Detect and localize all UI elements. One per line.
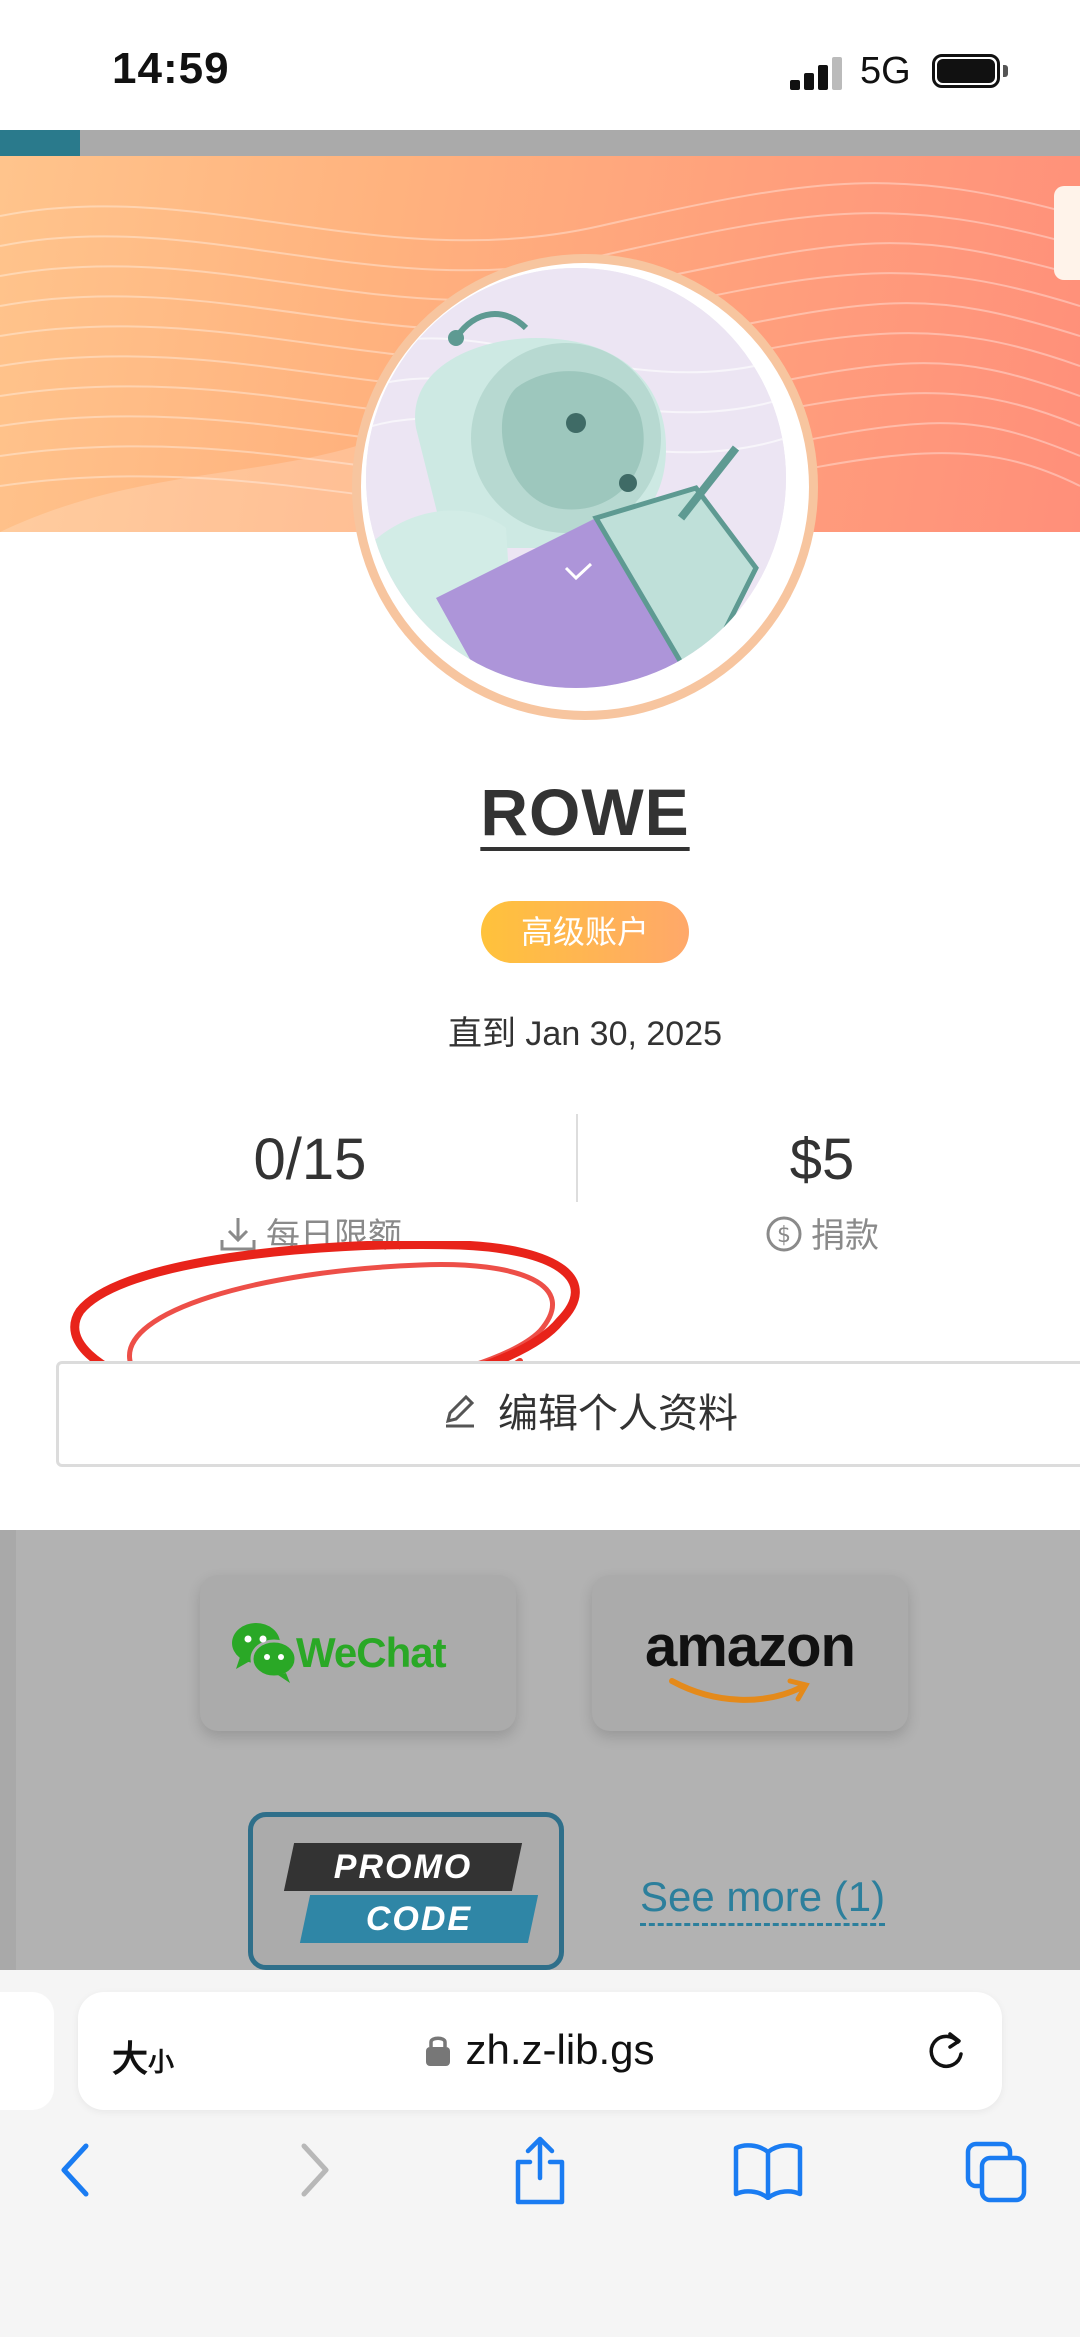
dollar-circle-icon: $ xyxy=(765,1215,803,1262)
url-display[interactable]: zh.z-lib.gs xyxy=(78,2026,1002,2077)
edit-profile-label: 编辑个人资料 xyxy=(498,1392,738,1436)
address-bar[interactable]: 大小 zh.z-lib.gs xyxy=(78,1992,1002,2110)
forward-icon[interactable] xyxy=(294,2140,334,2205)
premium-account-badge: 高级账户 xyxy=(481,901,689,963)
tabs-icon[interactable] xyxy=(964,2140,1030,2211)
share-icon[interactable] xyxy=(510,2134,570,2211)
wechat-pay-button[interactable]: WeChat xyxy=(200,1575,516,1731)
robot-reading-illustration xyxy=(366,268,786,688)
close-tab[interactable] xyxy=(1054,186,1080,280)
promo-line1: PROMO xyxy=(333,1848,473,1886)
promo-code-button[interactable]: PROMO CODE xyxy=(248,1812,564,1970)
cellular-signal-icon xyxy=(790,56,844,90)
donation-label[interactable]: $ 捐款 xyxy=(662,1208,982,1262)
background-page-header xyxy=(0,130,1080,156)
battery-icon xyxy=(932,54,1008,90)
username-link[interactable]: ROWE xyxy=(0,774,1080,850)
wechat-label: WeChat xyxy=(296,1629,447,1676)
url-text: zh.z-lib.gs xyxy=(465,2026,655,2073)
amazon-label: amazon xyxy=(645,1614,856,1679)
lock-icon xyxy=(425,2029,451,2077)
previous-tab-peek[interactable] xyxy=(0,1992,54,2110)
status-time: 14:59 xyxy=(112,44,230,93)
avatar[interactable] xyxy=(352,254,818,720)
network-type: 5G xyxy=(860,50,911,92)
stats-divider xyxy=(576,1114,578,1202)
back-icon[interactable] xyxy=(56,2140,96,2205)
browser-toolbar xyxy=(0,2136,1080,2260)
subscription-expiry: 直到 Jan 30, 2025 xyxy=(447,1015,723,1053)
bookmarks-icon[interactable] xyxy=(732,2140,804,2205)
promo-line2: CODE xyxy=(365,1900,473,1938)
wechat-logo-icon xyxy=(230,1615,298,1692)
donation-value: $5 xyxy=(789,1127,855,1192)
amazon-smile-icon xyxy=(666,1675,816,1714)
daily-limit-value: 0/15 xyxy=(253,1127,367,1192)
edit-profile-button[interactable]: 编辑个人资料 xyxy=(56,1361,1080,1467)
pencil-icon xyxy=(440,1366,480,1466)
see-more-link[interactable]: See more (1) xyxy=(640,1873,886,1926)
reload-icon[interactable] xyxy=(924,2028,968,2077)
status-bar: 14:59 5G xyxy=(0,0,1080,130)
background-page-logo xyxy=(0,130,80,156)
amazon-pay-button[interactable]: amazon xyxy=(592,1575,908,1731)
svg-text:$: $ xyxy=(777,1223,791,1248)
profile-modal: ROWE 高级账户 直到 Jan 30, 2025 0/15 每日限额 $5 $… xyxy=(0,156,1080,1530)
browser-bottom-bar: 大小 zh.z-lib.gs xyxy=(0,1970,1080,2337)
